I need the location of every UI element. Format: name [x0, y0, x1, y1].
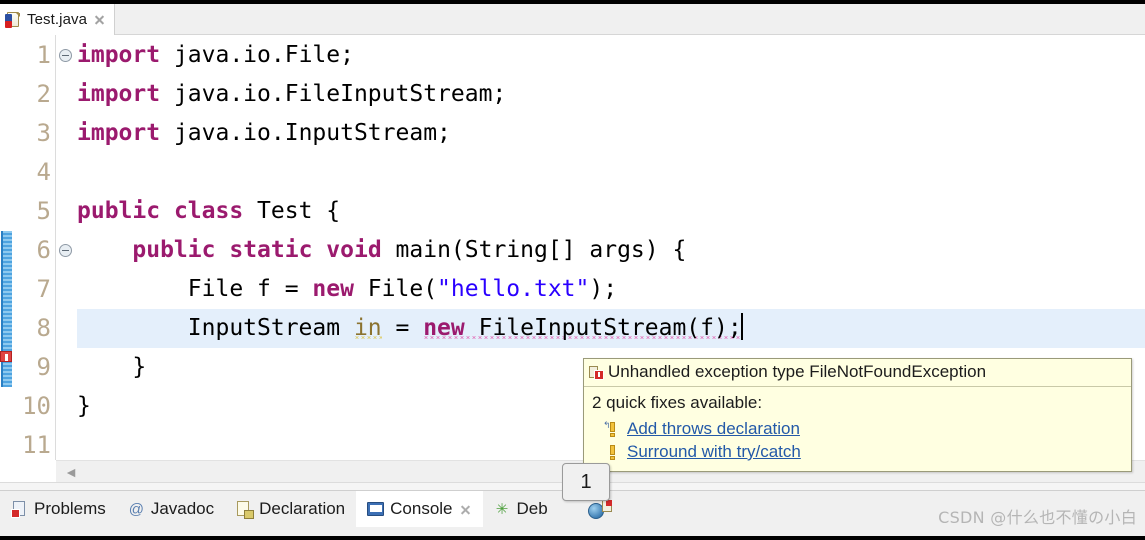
- code-line[interactable]: import java.io.FileInputStream;: [77, 75, 1145, 114]
- token-keyword: void: [326, 237, 382, 263]
- quickfix-icon: ↰: [603, 421, 620, 437]
- token-text: Test {: [243, 198, 341, 224]
- token-local-variable: in: [353, 315, 382, 341]
- line-number: 1: [36, 41, 51, 69]
- line-number: 8: [36, 314, 51, 342]
- problems-icon: [11, 500, 28, 518]
- token-keyword: public: [132, 237, 216, 263]
- tab-console[interactable]: Console: [356, 491, 483, 527]
- line-number-gutter: 1 2 3 4 5 6 7 8 9 10 11: [14, 35, 56, 460]
- token-text: =: [381, 315, 424, 341]
- method-range-annotation: [1, 231, 12, 387]
- tab-label: Problems: [34, 499, 106, 518]
- javadoc-icon: @: [128, 500, 144, 518]
- token-keyword: import: [77, 120, 161, 146]
- line-number: 5: [36, 197, 51, 225]
- tab-problems[interactable]: Problems: [0, 491, 117, 527]
- token-keyword: import: [77, 81, 161, 107]
- line-number: 9: [36, 353, 51, 381]
- token-text: main(String[] args) {: [381, 237, 687, 263]
- code-line[interactable]: public static void main(String[] args) {: [77, 231, 1145, 270]
- code-line[interactable]: File f = new File("hello.txt");: [77, 270, 1145, 309]
- debug-icon: ✳: [495, 500, 509, 518]
- tab-label: Deb: [516, 499, 548, 518]
- token-string: "hello.txt": [437, 276, 590, 302]
- token-keyword: new: [423, 315, 465, 341]
- token-text: File f =: [187, 276, 313, 302]
- code-line[interactable]: [77, 153, 1145, 192]
- count-badge: 1: [562, 463, 610, 501]
- editor-tab-bar: Test.java: [0, 4, 1145, 35]
- code-line[interactable]: import java.io.File;: [77, 36, 1145, 75]
- folding-column[interactable]: [57, 35, 77, 460]
- console-icon: [367, 501, 385, 518]
- declaration-icon: [236, 500, 255, 519]
- line-number: 2: [36, 80, 51, 108]
- tab-javadoc[interactable]: @ Javadoc: [117, 491, 225, 527]
- eclipse-window: Test.java 1 2 3 4 5 6 7 8 9 10 11 import…: [0, 0, 1145, 540]
- tab-label: Declaration: [259, 499, 346, 518]
- quick-fix-surround-try-catch[interactable]: Surround with try/catch: [592, 441, 1125, 464]
- token-keyword: public: [77, 198, 161, 224]
- token-text: java.io.File;: [160, 42, 354, 68]
- annotation-bar[interactable]: [0, 35, 14, 460]
- count-badge-value: 1: [580, 470, 592, 493]
- tab-overflow-icon[interactable]: [588, 500, 612, 524]
- token-text: java.io.InputStream;: [160, 120, 451, 146]
- code-line-current[interactable]: InputStream in = new FileInputStream(f);: [77, 309, 1145, 348]
- tab-label: Console: [390, 499, 453, 518]
- line-number: 11: [22, 431, 51, 459]
- quick-fix-tooltip[interactable]: Unhandled exception type FileNotFoundExc…: [583, 358, 1132, 472]
- close-icon[interactable]: [93, 13, 106, 26]
- window-bottom-edge: [0, 536, 1145, 540]
- watermark: CSDN @什么也不懂の小白: [938, 508, 1137, 527]
- token-text: }: [77, 354, 147, 380]
- token-keyword: import: [77, 42, 161, 68]
- java-file-icon: [5, 11, 21, 28]
- bottom-view-tabs: Problems @ Javadoc Declaration Console ✳…: [0, 491, 559, 527]
- token-keyword: static: [229, 237, 313, 263]
- line-number: 6: [36, 236, 51, 264]
- editor-tab-label: Test.java: [27, 11, 88, 28]
- token-text: }: [77, 393, 91, 419]
- code-line[interactable]: public class Test {: [77, 192, 1145, 231]
- quickfix-icon: [606, 444, 620, 460]
- token-text: java.io.FileInputStream;: [160, 81, 507, 107]
- line-number: 7: [36, 275, 51, 303]
- close-icon[interactable]: [459, 503, 472, 516]
- editor-tab-test-java[interactable]: Test.java: [0, 4, 116, 35]
- collapse-icon[interactable]: [59, 244, 72, 257]
- tab-label: Javadoc: [150, 499, 215, 518]
- tooltip-subtitle: 2 quick fixes available:: [592, 393, 763, 412]
- token-error-expression: FileInputStream(f);: [464, 315, 742, 341]
- error-icon: [589, 365, 604, 380]
- tab-debug[interactable]: ✳ Deb: [483, 491, 559, 527]
- scroll-left-arrow-icon[interactable]: ◄: [64, 465, 78, 479]
- tooltip-header: Unhandled exception type FileNotFoundExc…: [584, 359, 1131, 387]
- quick-fix-label[interactable]: Add throws declaration: [627, 419, 800, 439]
- code-line[interactable]: import java.io.InputStream;: [77, 114, 1145, 153]
- quick-fix-add-throws[interactable]: ↰ Add throws declaration: [592, 418, 1125, 441]
- tab-declaration[interactable]: Declaration: [225, 491, 356, 527]
- tooltip-title: Unhandled exception type FileNotFoundExc…: [608, 362, 987, 381]
- tooltip-body: 2 quick fixes available: ↰ Add throws de…: [584, 387, 1131, 471]
- error-marker[interactable]: [0, 351, 12, 362]
- line-number: 4: [36, 158, 51, 186]
- token-keyword: class: [173, 198, 244, 224]
- token-text: );: [589, 276, 618, 302]
- quick-fix-label[interactable]: Surround with try/catch: [627, 442, 801, 462]
- text-caret: [740, 313, 743, 340]
- line-number: 3: [36, 119, 51, 147]
- line-number: 10: [22, 392, 51, 420]
- token-keyword: new: [312, 276, 354, 302]
- collapse-icon[interactable]: [59, 49, 72, 62]
- token-text: File(: [353, 276, 438, 302]
- token-text: InputStream: [187, 315, 354, 341]
